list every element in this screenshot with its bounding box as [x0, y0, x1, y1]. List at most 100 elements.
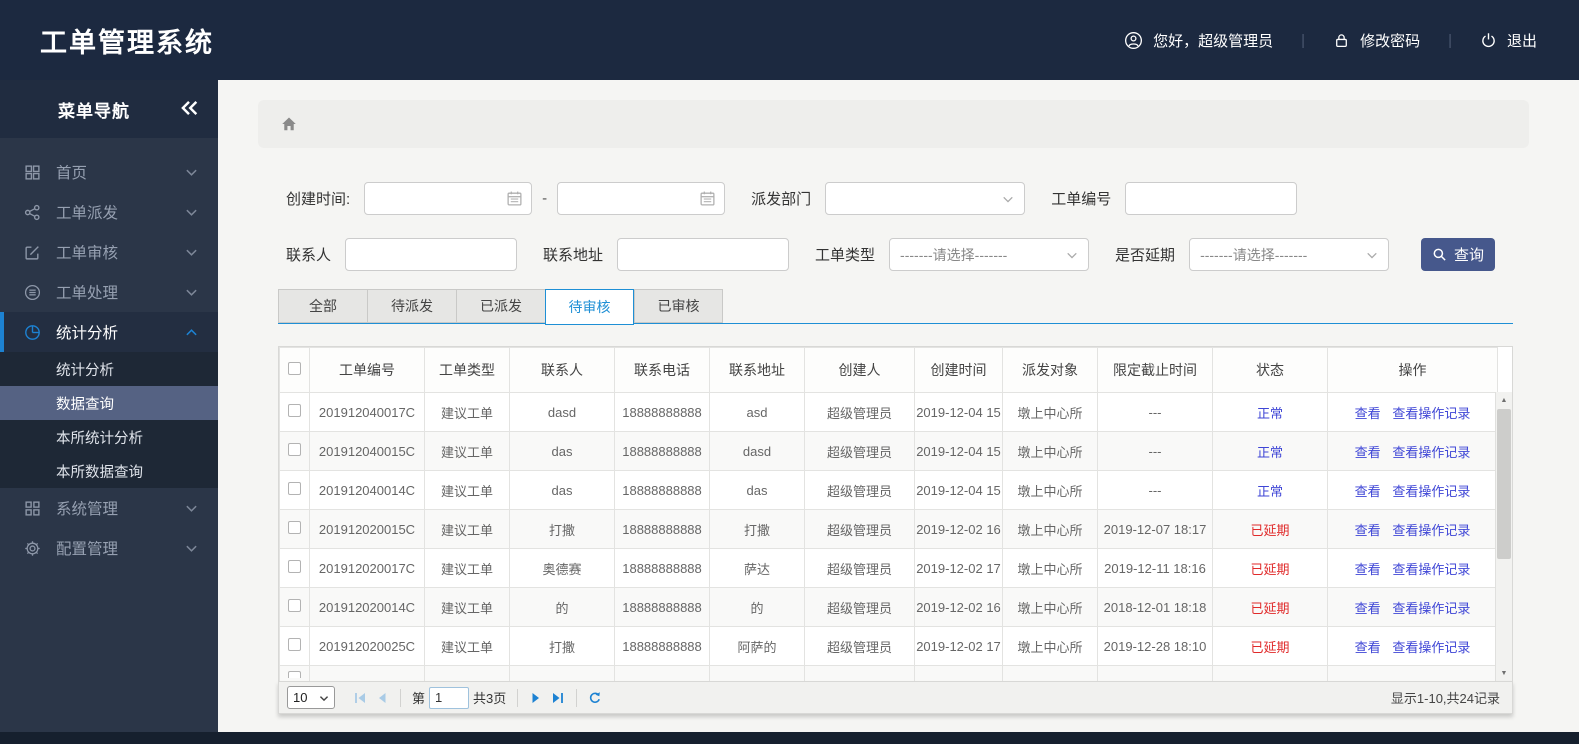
dispatch-dept-select[interactable]	[825, 182, 1026, 215]
sidebar-subitem-data-query[interactable]: 数据查询	[0, 386, 218, 420]
sidebar: 菜单导航 首页 工单派发 工单审核 工单处理 统计分析 统计分析 数据查询 本所…	[0, 80, 218, 732]
cell-creator: 超级管理员	[804, 392, 915, 432]
first-page-icon[interactable]	[349, 687, 371, 709]
chevron-down-icon	[185, 206, 198, 219]
last-page-icon[interactable]	[547, 687, 569, 709]
cell-address: 萨达	[709, 548, 805, 588]
sidebar-subitem-statistics[interactable]: 统计分析	[0, 352, 218, 386]
user-icon	[1124, 31, 1143, 50]
create-time-start-input[interactable]	[364, 182, 533, 215]
double-chevron-left-icon[interactable]	[178, 97, 200, 119]
chevron-down-icon	[1002, 193, 1014, 205]
logout-button[interactable]: 退出	[1480, 30, 1537, 51]
sidebar-subitem-local-data-query[interactable]: 本所数据查询	[0, 454, 218, 488]
cell-created: 2019-12-02 16	[914, 509, 1003, 549]
cell-order-type	[424, 665, 510, 681]
row-checkbox[interactable]	[288, 560, 301, 573]
sidebar-item-home[interactable]: 首页	[0, 152, 218, 192]
col-deadline: 限定截止时间	[1097, 347, 1213, 393]
row-checkbox[interactable]	[288, 671, 301, 678]
status-badge: 正常	[1212, 392, 1328, 432]
view-log-link[interactable]: 查看操作记录	[1392, 523, 1470, 538]
tab-dispatched[interactable]: 已派发	[456, 289, 545, 323]
cell-actions: 查看 查看操作记录	[1327, 470, 1498, 510]
delay-select[interactable]: -------请选择-------	[1189, 238, 1390, 271]
create-time-end-input[interactable]	[557, 182, 726, 215]
table-row: 201912040017C 建议工单 dasd 18888888888 asd …	[279, 392, 1498, 432]
next-page-icon[interactable]	[525, 687, 547, 709]
view-link[interactable]: 查看	[1355, 601, 1381, 616]
view-link[interactable]: 查看	[1355, 562, 1381, 577]
calendar-icon[interactable]	[506, 190, 523, 207]
table-row: 201912040014C 建议工单 das 18888888888 das 超…	[279, 470, 1498, 510]
change-password-button[interactable]: 修改密码	[1333, 30, 1420, 51]
cell-phone	[614, 665, 710, 681]
order-type-select[interactable]: -------请选择-------	[889, 238, 1090, 271]
scroll-down-icon[interactable]: ▼	[1496, 665, 1512, 681]
col-address: 联系地址	[709, 347, 805, 393]
view-log-link[interactable]: 查看操作记录	[1392, 445, 1470, 460]
lock-icon	[1333, 32, 1350, 49]
row-checkbox[interactable]	[288, 404, 301, 417]
home-icon[interactable]	[280, 115, 298, 133]
chevron-down-icon	[1066, 249, 1078, 261]
sidebar-item-process[interactable]: 工单处理	[0, 272, 218, 312]
row-checkbox[interactable]	[288, 521, 301, 534]
view-link[interactable]: 查看	[1355, 484, 1381, 499]
tab-reviewed[interactable]: 已审核	[634, 289, 723, 323]
cell-target: 墩上中心所	[1002, 587, 1098, 627]
cell-target: 墩上中心所	[1002, 626, 1098, 666]
view-log-link[interactable]: 查看操作记录	[1392, 562, 1470, 577]
cell-order-type: 建议工单	[424, 626, 510, 666]
filter-panel: 创建时间: - 派发部门 工单编号 联系人 联系地址 工单类型 -------请…	[278, 182, 1513, 271]
row-checkbox[interactable]	[288, 443, 301, 456]
view-link[interactable]: 查看	[1355, 406, 1381, 421]
search-button[interactable]: 查询	[1421, 238, 1495, 271]
order-type-label: 工单类型	[815, 247, 876, 264]
cell-deadline: ---	[1097, 470, 1213, 510]
sidebar-item-config[interactable]: 配置管理	[0, 528, 218, 568]
tab-pending-review[interactable]: 待审核	[545, 289, 634, 325]
prev-page-icon[interactable]	[371, 687, 393, 709]
cell-deadline: 2019-12-11 18:16	[1097, 548, 1213, 588]
order-no-input[interactable]	[1125, 182, 1298, 215]
sidebar-item-system[interactable]: 系统管理	[0, 488, 218, 528]
view-link[interactable]: 查看	[1355, 640, 1381, 655]
view-log-link[interactable]: 查看操作记录	[1392, 406, 1470, 421]
status-badge: 已延期	[1212, 587, 1328, 627]
view-log-link[interactable]: 查看操作记录	[1392, 484, 1470, 499]
cell-order-no: 201912040014C	[309, 470, 425, 510]
tab-pending-dispatch[interactable]: 待派发	[367, 289, 456, 323]
user-greeting[interactable]: 您好，超级管理员	[1124, 30, 1273, 51]
view-link[interactable]: 查看	[1355, 523, 1381, 538]
sidebar-item-statistics[interactable]: 统计分析	[0, 312, 218, 352]
calendar-icon[interactable]	[699, 190, 716, 207]
power-icon	[1480, 32, 1497, 49]
header-actions: 您好，超级管理员 | 修改密码 | 退出	[1124, 30, 1579, 51]
sidebar-item-dispatch[interactable]: 工单派发	[0, 192, 218, 232]
scroll-up-icon[interactable]: ▲	[1496, 392, 1512, 408]
view-log-link[interactable]: 查看操作记录	[1392, 640, 1470, 655]
cell-creator	[804, 665, 915, 681]
refresh-icon[interactable]	[584, 687, 606, 709]
row-checkbox[interactable]	[288, 599, 301, 612]
select-all-checkbox[interactable]	[288, 362, 301, 375]
page-size-select[interactable]: 10	[287, 686, 335, 709]
contact-input[interactable]	[345, 238, 518, 271]
row-checkbox[interactable]	[288, 482, 301, 495]
tab-all[interactable]: 全部	[278, 289, 367, 323]
view-log-link[interactable]: 查看操作记录	[1392, 601, 1470, 616]
view-link[interactable]: 查看	[1355, 445, 1381, 460]
cell-actions: 查看 查看操作记录	[1327, 626, 1498, 666]
page-number-input[interactable]	[429, 686, 470, 709]
table-scrollbar[interactable]: ▲ ▼	[1495, 392, 1512, 681]
col-contact: 联系人	[509, 347, 615, 393]
row-checkbox[interactable]	[288, 638, 301, 651]
sidebar-item-review[interactable]: 工单审核	[0, 232, 218, 272]
col-actions: 操作	[1327, 347, 1498, 393]
sidebar-subitem-local-statistics[interactable]: 本所统计分析	[0, 420, 218, 454]
cell-created: 2019-12-02 16	[914, 587, 1003, 627]
address-input[interactable]	[617, 238, 790, 271]
sidebar-menu: 首页 工单派发 工单审核 工单处理 统计分析 统计分析 数据查询 本所统计分析 …	[0, 138, 218, 568]
scrollbar-thumb[interactable]	[1497, 409, 1511, 559]
